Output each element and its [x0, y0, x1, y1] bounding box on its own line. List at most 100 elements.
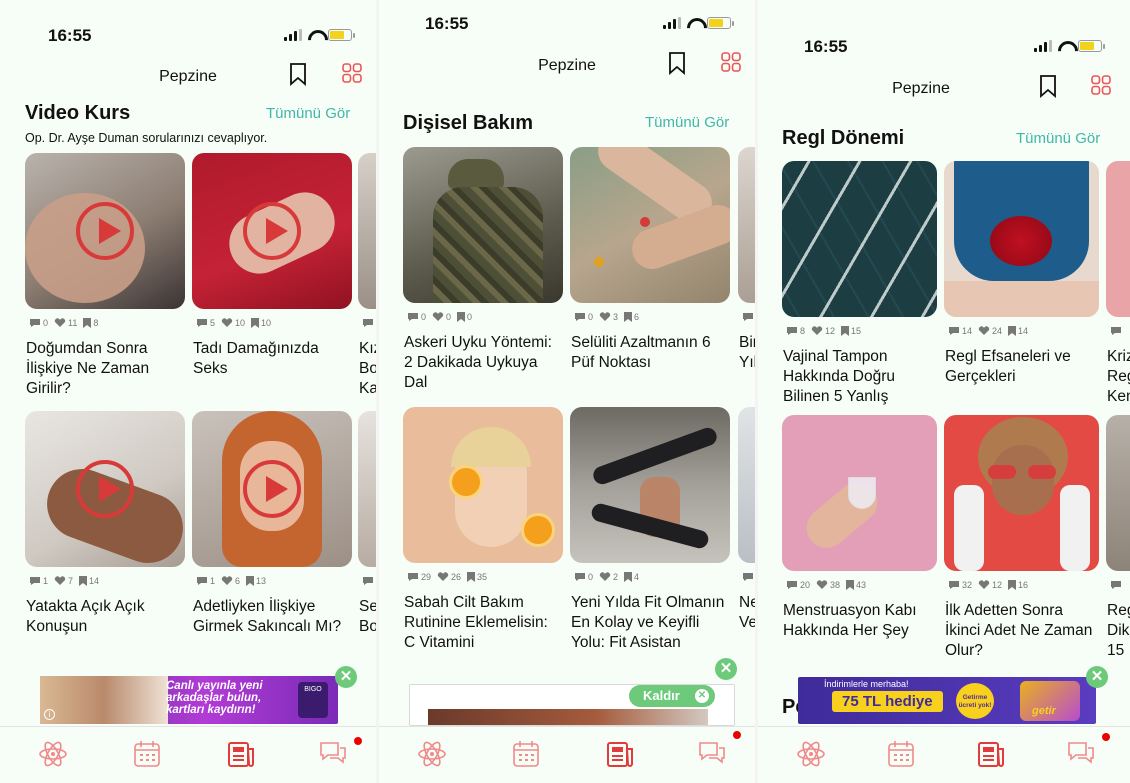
article-title[interactable]: Doğumdan Sonra İlişkiye Ne Zaman Girilir…	[26, 339, 185, 399]
article-card[interactable]: 1 6 13 Adetliyken İlişkiye Girmek Sakınc…	[192, 411, 352, 637]
article-title[interactable]: Tadı Damağınızda Seks	[193, 339, 352, 379]
article-card-partial[interactable]: Reg Dik 15	[1106, 415, 1130, 661]
comment-icon	[408, 313, 418, 321]
comment-icon	[787, 327, 797, 335]
ad-image	[40, 676, 168, 724]
article-card[interactable]: 0 11 8 Doğumdan Sonra İlişkiye Ne Zaman …	[25, 153, 185, 399]
bookmark-icon[interactable]	[668, 51, 686, 75]
article-card-partial[interactable]: Birl Yılb	[738, 147, 755, 373]
ad-banner[interactable]: İndirimlerle merhaba! 75 TL hediye Getir…	[798, 677, 1096, 724]
status-bar: 16:55	[0, 26, 376, 60]
article-title[interactable]: Reg Dik 15	[1107, 601, 1130, 661]
article-title[interactable]: Selüliti Azaltmanın 6 Püf Noktası	[571, 333, 730, 373]
article-card[interactable]: 1 7 14 Yatakta Açık Açık Konuşun	[25, 411, 185, 637]
article-title[interactable]: Adetliyken İlişkiye Girmek Sakıncalı Mı?	[193, 597, 352, 637]
article-stats	[1110, 579, 1130, 591]
article-title[interactable]: Yatakta Açık Açık Konuşun	[26, 597, 185, 637]
see-all-link[interactable]: Tümünü Gör	[266, 105, 350, 122]
bookmark-icon[interactable]	[289, 62, 307, 86]
notification-dot	[733, 731, 741, 739]
article-thumbnail	[358, 153, 376, 309]
calendar-icon[interactable]	[511, 739, 541, 769]
save-count: 16	[1018, 580, 1029, 590]
section-title: Dişisel Bakım	[403, 112, 534, 134]
heart-icon	[432, 312, 444, 321]
news-icon[interactable]	[976, 739, 1006, 769]
atom-icon[interactable]	[796, 739, 826, 769]
close-icon[interactable]: ✕	[695, 689, 709, 703]
see-all-link[interactable]: Tümünü Gör	[645, 114, 729, 131]
atom-icon[interactable]	[38, 739, 68, 769]
save-count: 35	[477, 572, 488, 582]
article-card[interactable]: 0 2 4 Yeni Yılda Fit Olmanın En Kolay ve…	[570, 407, 730, 653]
save-icon	[457, 312, 466, 322]
play-icon[interactable]	[76, 202, 134, 260]
article-card-partial[interactable]: Kız Boz Kal	[358, 153, 376, 399]
article-title[interactable]: Sabah Cilt Bakım Rutinine Eklemelisin: C…	[404, 593, 563, 653]
battery-icon	[1078, 40, 1105, 52]
article-title[interactable]: Sel Boz	[359, 597, 376, 637]
heart-icon	[54, 576, 66, 585]
article-title[interactable]: Vajinal Tampon Hakkında Doğru Bilinen 5 …	[783, 347, 937, 407]
info-icon[interactable]: i	[44, 709, 55, 720]
article-title[interactable]: Ne Ver	[739, 593, 755, 633]
article-stats: 29 26 35	[407, 571, 563, 583]
status-bar: 16:55	[379, 14, 755, 48]
like-count: 10	[235, 318, 246, 328]
close-icon[interactable]: ✕	[715, 658, 737, 680]
article-card[interactable]: 14 24 14 Regl Efsaneleri ve Gerçekleri	[944, 161, 1099, 387]
grid-icon[interactable]	[341, 62, 363, 84]
article-title[interactable]: Kriz Reg Ken	[1107, 347, 1130, 407]
article-title[interactable]: Kız Boz Kal	[359, 339, 376, 399]
play-icon[interactable]	[243, 202, 301, 260]
heart-icon	[599, 572, 611, 581]
article-title[interactable]: İlk Adetten Sonra İkinci Adet Ne Zaman O…	[945, 601, 1099, 661]
save-count: 43	[856, 580, 867, 590]
article-card-partial[interactable]: Kriz Reg Ken	[1106, 161, 1130, 407]
status-time: 16:55	[425, 14, 469, 33]
save-count: 10	[261, 318, 272, 328]
grid-icon[interactable]	[1090, 74, 1112, 96]
signal-icon	[663, 17, 681, 29]
chat-icon[interactable]	[318, 739, 348, 769]
see-all-link[interactable]: Tümünü Gör	[1016, 130, 1100, 147]
article-card[interactable]: 8 12 15 Vajinal Tampon Hakkında Doğru Bi…	[782, 161, 937, 407]
article-title[interactable]: Yeni Yılda Fit Olmanın En Kolay ve Keyif…	[571, 593, 730, 653]
close-icon[interactable]: ✕	[1086, 666, 1108, 688]
comment-count: 0	[588, 572, 594, 582]
chat-icon[interactable]	[1066, 739, 1096, 769]
play-icon[interactable]	[76, 460, 134, 518]
close-icon[interactable]: ✕	[335, 666, 357, 688]
article-thumbnail	[944, 161, 1099, 317]
remove-ad-button[interactable]: Kaldır ✕	[629, 685, 715, 707]
calendar-icon[interactable]	[886, 739, 916, 769]
tab-bar	[379, 726, 755, 783]
calendar-icon[interactable]	[132, 739, 162, 769]
article-title[interactable]: Regl Efsaneleri ve Gerçekleri	[945, 347, 1099, 387]
article-stats: 0 0 0	[407, 311, 563, 323]
heart-icon	[437, 572, 449, 581]
article-card[interactable]: 0 3 6 Selüliti Azaltmanın 6 Püf Noktası	[570, 147, 730, 373]
save-icon	[846, 580, 855, 590]
chat-icon[interactable]	[697, 739, 727, 769]
article-card[interactable]: 20 38 43 Menstruasyon Kabı Hakkında Her …	[782, 415, 937, 641]
bookmark-icon[interactable]	[1039, 74, 1057, 98]
article-title[interactable]: Askeri Uyku Yöntemi: 2 Dakikada Uykuya D…	[404, 333, 563, 393]
article-card-partial[interactable]: Ne Ver	[738, 407, 755, 633]
article-card-partial[interactable]: Sel Boz	[358, 411, 376, 637]
news-icon[interactable]	[605, 739, 635, 769]
article-card[interactable]: 0 0 0 Askeri Uyku Yöntemi: 2 Dakikada Uy…	[403, 147, 563, 393]
article-card[interactable]: 32 12 16 İlk Adetten Sonra İkinci Adet N…	[944, 415, 1099, 661]
news-icon[interactable]	[226, 739, 256, 769]
play-icon[interactable]	[243, 460, 301, 518]
comment-count: 0	[588, 312, 594, 322]
grid-icon[interactable]	[720, 51, 742, 73]
article-card[interactable]: 29 26 35 Sabah Cilt Bakım Rutinine Eklem…	[403, 407, 563, 653]
atom-icon[interactable]	[417, 739, 447, 769]
ad-banner[interactable]: Canlı yayınla yeni arkadaşlar bulun, kar…	[40, 676, 338, 724]
article-stats: 0 11 8	[29, 317, 185, 329]
article-card[interactable]: 5 10 10 Tadı Damağınızda Seks	[192, 153, 352, 379]
article-thumbnail	[192, 153, 352, 309]
article-title[interactable]: Menstruasyon Kabı Hakkında Her Şey	[783, 601, 937, 641]
article-title[interactable]: Birl Yılb	[739, 333, 755, 373]
